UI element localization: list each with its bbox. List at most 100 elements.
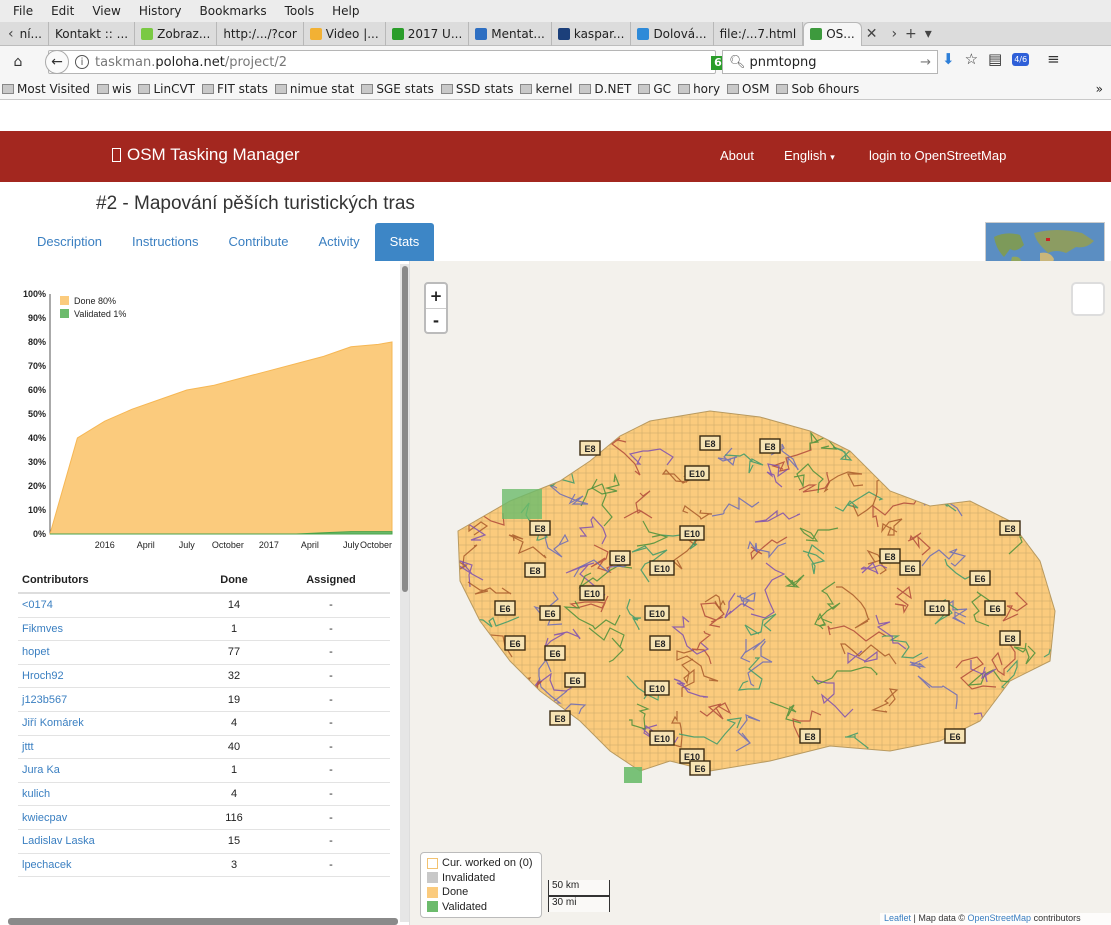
browser-tab[interactable]: http:/.../?cor bbox=[217, 21, 304, 46]
bookmark-item[interactable]: nimue stat bbox=[274, 82, 354, 96]
more-bookmarks-icon[interactable]: » bbox=[1096, 82, 1103, 96]
x-tick-label: 2017 bbox=[259, 540, 279, 550]
contributor-link[interactable]: Jiří Komárek bbox=[18, 717, 196, 729]
tab-scroll-right-icon[interactable]: › bbox=[891, 26, 897, 42]
bookmark-item[interactable]: wis bbox=[97, 82, 131, 96]
back-icon[interactable]: ← bbox=[45, 50, 69, 74]
scale-mi: 30 mi bbox=[548, 896, 610, 912]
tab-stats[interactable]: Stats bbox=[374, 223, 435, 261]
bookmark-item[interactable]: LinCVT bbox=[138, 82, 195, 96]
contributor-link[interactable]: kulich bbox=[18, 788, 196, 800]
menu-edit[interactable]: Edit bbox=[51, 4, 74, 18]
browser-tab[interactable]: Mentat... bbox=[469, 21, 552, 46]
zoom-out-button[interactable]: - bbox=[426, 308, 446, 332]
bookmark-label: Most Visited bbox=[17, 81, 91, 96]
bookmark-item[interactable]: SGE stats bbox=[361, 82, 434, 96]
task-map[interactable]: E8 E8 E8 E10 E8 E10 E8 E8 E8 E10 E6 E6 E10 E6 E6 E6 E10 E… bbox=[410, 261, 1111, 925]
leaflet-link[interactable]: Leaflet bbox=[884, 913, 911, 923]
browser-tab[interactable]: Dolová... bbox=[631, 21, 714, 46]
done-count: 14 bbox=[227, 599, 241, 612]
contributor-link[interactable]: Hroch92 bbox=[18, 670, 196, 682]
bookmark-item[interactable]: Sob 6hours bbox=[776, 82, 859, 96]
bookmark-item[interactable]: GC bbox=[638, 82, 671, 96]
menu-file[interactable]: File bbox=[13, 4, 33, 18]
search-input[interactable]: 🔍︎ pnmtopng → bbox=[722, 50, 938, 74]
contributor-link[interactable]: jttt bbox=[18, 741, 196, 753]
attribution-text: | Map data © bbox=[911, 913, 968, 923]
browser-tab[interactable]: file:/...7.html bbox=[714, 21, 804, 46]
panel-scroll-thumb[interactable] bbox=[402, 266, 408, 592]
osm-link[interactable]: OpenStreetMap bbox=[968, 913, 1032, 923]
login-link[interactable]: login to OpenStreetMap bbox=[869, 148, 1006, 163]
assigned-count: - bbox=[329, 811, 333, 824]
contributor-link[interactable]: Jura Ka bbox=[18, 764, 196, 776]
tab-instructions[interactable]: Instructions bbox=[117, 223, 213, 261]
browser-tab[interactable]: Kontakt :: ... bbox=[49, 21, 136, 46]
reading-list-icon[interactable]: ▤ bbox=[988, 50, 1002, 68]
contributor-link[interactable]: <0174 bbox=[18, 599, 196, 611]
zoom-in-button[interactable]: + bbox=[426, 284, 446, 308]
route-label: E6 bbox=[569, 676, 580, 686]
legend-entry: Validated bbox=[427, 900, 535, 915]
contributor-link[interactable]: kwiecpav bbox=[18, 812, 196, 824]
bookmark-item[interactable]: SSD stats bbox=[440, 82, 513, 96]
map-scale: 50 km 30 mi bbox=[548, 880, 610, 912]
menu-help[interactable]: Help bbox=[332, 4, 359, 18]
bookmark-star-icon[interactable]: ☆ bbox=[965, 50, 978, 68]
hamburger-menu-icon[interactable]: ≡ bbox=[1047, 50, 1060, 68]
browser-tab[interactable]: Video |... bbox=[304, 21, 386, 46]
menu-history[interactable]: History bbox=[139, 4, 182, 18]
layer-switcher-button[interactable] bbox=[1071, 282, 1105, 316]
browser-tab[interactable]: OS... bbox=[803, 21, 862, 46]
site-info-icon[interactable]: i bbox=[75, 55, 89, 69]
map-legend: Cur. worked on (0) Invalidated Done Validat… bbox=[420, 852, 542, 918]
contributor-link[interactable]: Ladislav Laska bbox=[18, 835, 196, 847]
horizontal-scroll-thumb[interactable] bbox=[8, 918, 398, 925]
menu-bookmarks[interactable]: Bookmarks bbox=[200, 4, 267, 18]
search-go-icon[interactable]: → bbox=[920, 55, 931, 70]
url-bar[interactable]: ← i taskman.poloha.net/project/2 6 ↻ bbox=[45, 50, 748, 74]
contributor-link[interactable]: j123b567 bbox=[18, 694, 196, 706]
tab-description[interactable]: Description bbox=[22, 223, 117, 261]
bookmark-item[interactable]: FIT stats bbox=[202, 82, 268, 96]
contributor-link[interactable]: hopet bbox=[18, 646, 196, 658]
menu-bar: File Edit View History Bookmarks Tools Help bbox=[0, 0, 1111, 22]
bookmark-item[interactable]: kernel bbox=[520, 82, 572, 96]
bookmark-item[interactable]: hory bbox=[678, 82, 720, 96]
x-tick-label: July bbox=[343, 540, 360, 550]
brand-link[interactable]: OSM Tasking Manager bbox=[112, 145, 300, 165]
contributor-link[interactable]: lpechacek bbox=[18, 859, 196, 871]
route-label: E10 bbox=[654, 564, 670, 574]
tab-list-icon[interactable]: ▾ bbox=[925, 26, 932, 42]
assigned-count: - bbox=[329, 858, 333, 871]
download-icon[interactable]: ⬇ bbox=[942, 50, 955, 68]
browser-tab[interactable]: ní... bbox=[14, 21, 49, 46]
language-dropdown[interactable]: English ▾ bbox=[784, 148, 835, 163]
bookmark-item[interactable]: D.NET bbox=[579, 82, 631, 96]
bookmark-label: OSM bbox=[742, 81, 770, 96]
bookmark-item[interactable]: Most Visited bbox=[2, 82, 90, 96]
browser-tab[interactable]: Zobraz... bbox=[135, 21, 218, 46]
new-tab-icon[interactable]: + bbox=[905, 26, 917, 42]
close-tab-icon[interactable]: ✕ bbox=[866, 26, 878, 42]
search-icon: 🔍︎ bbox=[729, 54, 746, 70]
tab-activity[interactable]: Activity bbox=[304, 223, 375, 261]
legend-label: Done bbox=[442, 886, 469, 899]
browser-tab[interactable]: 2017 U... bbox=[386, 21, 470, 46]
about-link[interactable]: About bbox=[720, 148, 754, 163]
route-label: E6 bbox=[974, 574, 985, 584]
route-label: E10 bbox=[649, 609, 665, 619]
addon-icon[interactable]: 4/6 bbox=[1012, 52, 1030, 66]
route-label: E10 bbox=[689, 469, 705, 479]
tab-contribute[interactable]: Contribute bbox=[214, 223, 304, 261]
bookmark-item[interactable]: OSM bbox=[727, 82, 769, 96]
contributor-link[interactable]: Fikmves bbox=[18, 623, 196, 635]
home-icon[interactable]: ⌂ bbox=[6, 50, 30, 74]
browser-tab[interactable]: kaspar... bbox=[552, 21, 632, 46]
menu-view[interactable]: View bbox=[92, 4, 120, 18]
menu-tools[interactable]: Tools bbox=[285, 4, 315, 18]
legend-entry: Cur. worked on (0) bbox=[427, 856, 535, 871]
folder-icon bbox=[2, 83, 14, 94]
legend-label: Cur. worked on (0) bbox=[442, 857, 533, 870]
folder-icon bbox=[579, 83, 592, 94]
